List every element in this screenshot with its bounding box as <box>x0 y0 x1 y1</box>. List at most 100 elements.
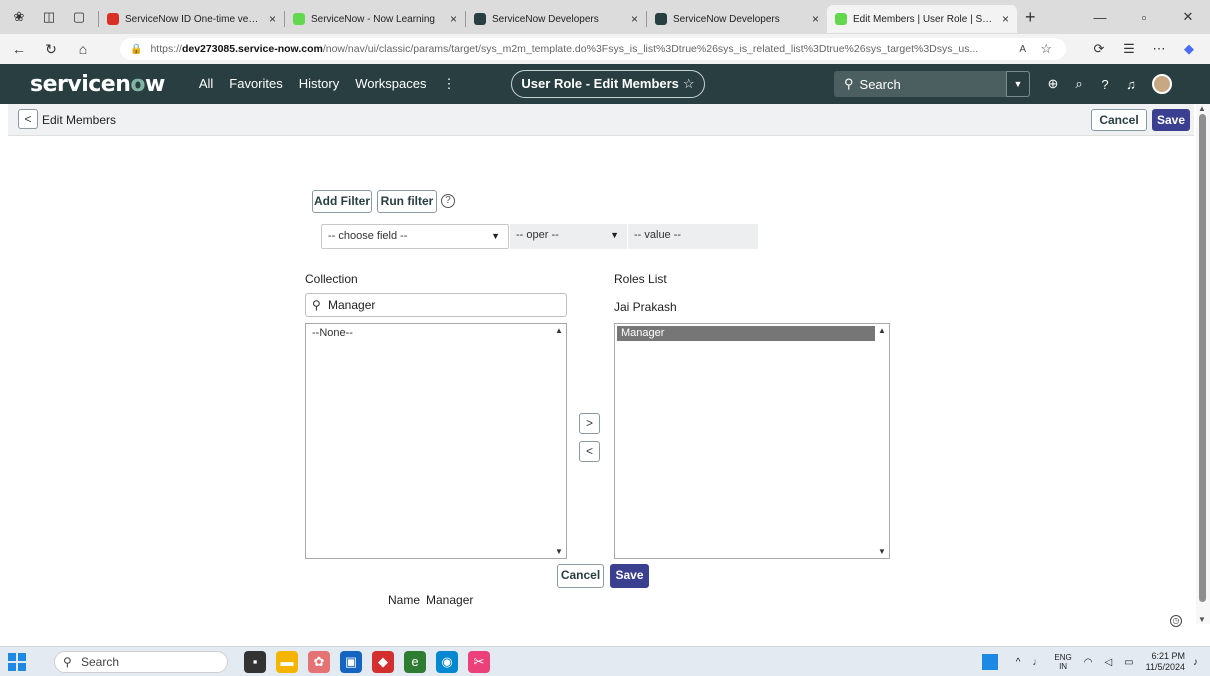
remove-from-list-button[interactable]: < <box>579 441 600 462</box>
extensions-icon[interactable]: ⟳ <box>1084 41 1114 57</box>
collection-listbox[interactable]: --None-- ▲ ▼ <box>305 323 567 559</box>
clock-icon[interactable]: ◷ <box>1170 615 1182 627</box>
close-tab-icon[interactable]: × <box>631 12 638 26</box>
refresh-icon[interactable]: ↻ <box>38 41 64 58</box>
help-icon[interactable]: ? <box>441 194 455 208</box>
tray-chevron-icon[interactable]: ^ <box>1016 657 1021 668</box>
list-item[interactable]: --None-- <box>308 326 552 341</box>
scroll-down-icon[interactable]: ▼ <box>1198 615 1206 624</box>
roles-listbox[interactable]: Manager ▲ ▼ <box>614 323 890 559</box>
store-icon[interactable]: ▣ <box>340 651 362 673</box>
collection-search-input[interactable]: ⚲ Manager <box>305 293 567 317</box>
copilot-icon[interactable]: ◆ <box>1174 41 1204 57</box>
add-filter-button[interactable]: Add Filter <box>312 190 372 213</box>
tab-title: ServiceNow ID One-time verificati <box>125 13 261 25</box>
url-domain: dev273085.service-now.com <box>181 43 323 55</box>
window-controls: — ▫ ✕ <box>1078 0 1210 34</box>
help-icon[interactable]: ? <box>1092 77 1118 92</box>
workspaces-icon[interactable]: ◫ <box>38 6 60 28</box>
context-title-pill[interactable]: User Role - Edit Members ☆ <box>511 70 705 98</box>
microphone-icon[interactable]: ♩ <box>1032 657 1042 668</box>
choose-field-select[interactable]: -- choose field -- ▼ <box>321 224 509 249</box>
list-item[interactable]: Manager <box>617 326 875 341</box>
servicenow-favicon-icon <box>655 13 667 25</box>
save-button[interactable]: Save <box>610 564 649 588</box>
scroll-up-icon[interactable]: ▲ <box>1198 104 1206 113</box>
servicenow-logo[interactable]: servicenow <box>30 72 165 97</box>
close-tab-icon[interactable]: × <box>269 12 276 26</box>
scroll-down-icon[interactable]: ▼ <box>878 547 886 556</box>
chrome-icon[interactable]: ◉ <box>436 651 458 673</box>
globe-icon[interactable]: ⊕ <box>1040 76 1066 92</box>
battery-icon[interactable]: ▭ <box>1124 657 1133 668</box>
restore-icon[interactable]: ▫ <box>1122 10 1166 25</box>
operator-select[interactable]: -- oper -- ▼ <box>510 224 627 249</box>
servicenow-favicon-icon <box>835 13 847 25</box>
taskbar-search[interactable]: ⚲ Search <box>54 651 228 673</box>
new-tab-icon[interactable]: + <box>1025 7 1036 28</box>
read-aloud-icon[interactable]: A <box>1019 44 1026 55</box>
user-avatar[interactable] <box>1152 74 1172 94</box>
nav-more[interactable]: ⋮ <box>443 76 456 92</box>
nav-workspaces[interactable]: Workspaces <box>355 76 426 92</box>
header-cancel-button[interactable]: Cancel <box>1091 109 1147 131</box>
tab-actions-icon[interactable]: ▢ <box>68 6 90 28</box>
office-icon[interactable]: ◆ <box>372 651 394 673</box>
scroll-down-icon[interactable]: ▼ <box>555 547 563 556</box>
close-tab-icon[interactable]: × <box>450 12 457 26</box>
tab-edit-members[interactable]: Edit Members | User Role | Servic × <box>827 5 1017 33</box>
tab-verification[interactable]: ServiceNow ID One-time verificati × <box>99 5 284 33</box>
back-arrow-icon[interactable]: ← <box>6 41 32 57</box>
photos-icon[interactable]: ✿ <box>308 651 330 673</box>
value-field[interactable]: -- value -- <box>628 224 758 249</box>
scroll-up-icon[interactable]: ▲ <box>878 326 886 335</box>
nav-history[interactable]: History <box>299 76 339 92</box>
nav-all[interactable]: All <box>199 76 213 92</box>
widgets-icon[interactable] <box>981 654 998 670</box>
favorites-bar-icon[interactable]: ☰ <box>1114 41 1144 57</box>
minimize-icon[interactable]: — <box>1078 10 1122 25</box>
search-placeholder: Search <box>859 76 901 92</box>
tab-developers-1[interactable]: ServiceNow Developers × <box>466 5 646 33</box>
scroll-up-icon[interactable]: ▲ <box>555 326 563 335</box>
listbox-scrollbar[interactable]: ▲ ▼ <box>876 324 889 558</box>
browser-profile-icon[interactable]: ❀ <box>8 6 30 28</box>
listbox-scrollbar[interactable]: ▲ ▼ <box>553 324 566 558</box>
run-filter-button[interactable]: Run filter <box>377 190 437 213</box>
tab-title: ServiceNow Developers <box>492 13 599 25</box>
windows-start-icon[interactable] <box>8 653 26 671</box>
global-search[interactable]: ⚲ Search ▼ <box>834 71 1030 97</box>
file-explorer-icon[interactable]: ▬ <box>276 651 298 673</box>
nav-favorites[interactable]: Favorites <box>229 76 282 92</box>
volume-icon[interactable]: ◁ <box>1104 657 1112 668</box>
snipping-tool-icon[interactable]: ✂ <box>468 651 490 673</box>
task-view-icon[interactable]: ▪ <box>244 651 266 673</box>
close-tab-icon[interactable]: × <box>812 12 819 26</box>
operator-value: -- oper -- <box>516 229 559 241</box>
tab-now-learning[interactable]: ServiceNow - Now Learning × <box>285 5 465 33</box>
home-icon[interactable]: ⌂ <box>70 41 96 57</box>
add-to-list-button[interactable]: > <box>579 413 600 434</box>
close-window-icon[interactable]: ✕ <box>1166 9 1210 25</box>
tab-developers-2[interactable]: ServiceNow Developers × <box>647 5 827 33</box>
language-indicator[interactable]: ENG IN <box>1054 653 1071 671</box>
cancel-button[interactable]: Cancel <box>557 564 604 588</box>
search-scope-dropdown[interactable]: ▼ <box>1006 71 1030 97</box>
favorite-star-icon[interactable]: ☆ <box>1040 41 1052 57</box>
page-scrollbar[interactable]: ▲ ▼ <box>1196 104 1210 624</box>
more-menu-icon[interactable]: ⋯ <box>1144 41 1174 57</box>
value-placeholder: -- value -- <box>634 229 682 241</box>
taskbar-clock[interactable]: 6:21 PM 11/5/2024 <box>1146 651 1185 673</box>
scrollbar-thumb[interactable] <box>1199 114 1206 602</box>
edge-icon[interactable]: e <box>404 651 426 673</box>
url-field[interactable]: 🔒 https://dev273085.service-now.com/now/… <box>120 38 1066 60</box>
notification-bell-icon[interactable]: ♫ <box>1118 77 1144 92</box>
tab-title: Edit Members | User Role | Servic <box>853 13 994 25</box>
notification-bell-icon[interactable]: ♪ <box>1193 657 1198 668</box>
chat-icon[interactable]: ⌕ <box>1066 76 1092 92</box>
close-tab-icon[interactable]: × <box>1002 12 1009 26</box>
header-save-button[interactable]: Save <box>1152 109 1190 131</box>
favorite-star-icon[interactable]: ☆ <box>683 76 695 91</box>
back-button[interactable]: < <box>18 109 38 129</box>
wifi-icon[interactable]: ◠ <box>1084 657 1093 668</box>
